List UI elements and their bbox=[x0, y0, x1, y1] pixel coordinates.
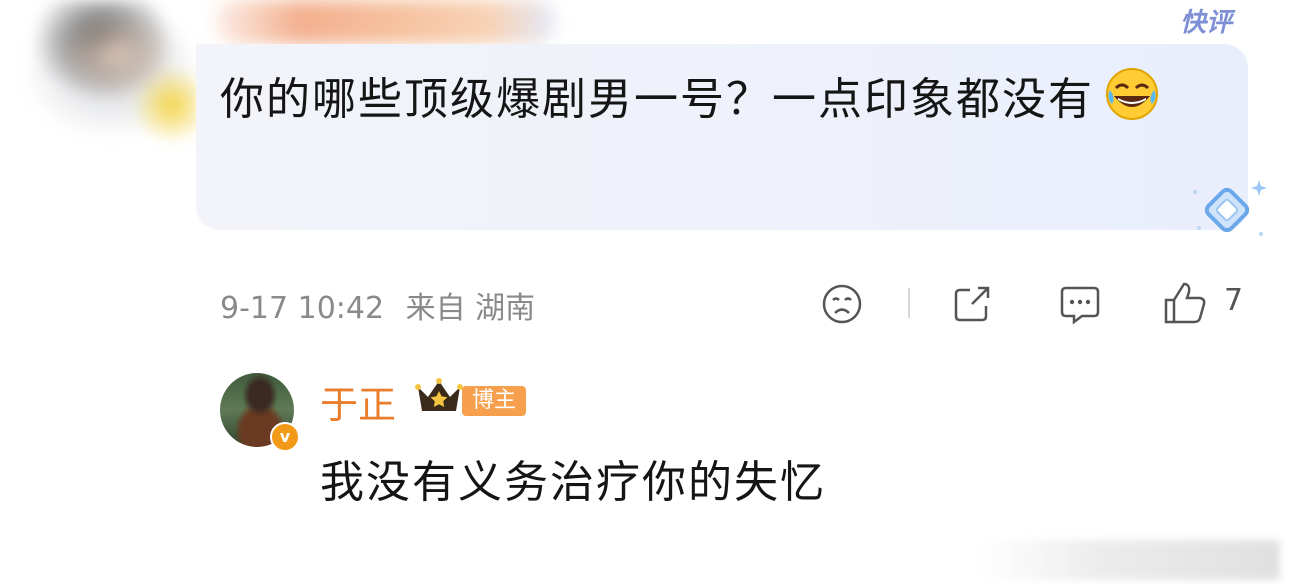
comment-text: 你的哪些顶级爆剧男一号？一点印象都没有 bbox=[220, 74, 1094, 125]
crown-icon bbox=[415, 378, 463, 411]
like-count: 7 bbox=[1224, 283, 1244, 318]
diamond-sparkle-icon bbox=[1193, 180, 1267, 236]
action-divider bbox=[908, 288, 910, 318]
sad-face-icon[interactable] bbox=[820, 282, 864, 326]
host-badge: 博主 bbox=[462, 386, 527, 416]
comment-icon[interactable] bbox=[1058, 284, 1102, 326]
quick-comment-badge: 快评 bbox=[1179, 8, 1232, 38]
laughing-tears-emoji-icon bbox=[1106, 68, 1158, 120]
comment-meta: 9-17 10:42 来自 湖南 bbox=[220, 283, 547, 327]
comment-text-block: 你的哪些顶级爆剧男一号？一点印象都没有 bbox=[220, 62, 1230, 138]
thumbs-up-icon[interactable] bbox=[1162, 280, 1208, 326]
share-icon[interactable] bbox=[950, 282, 994, 326]
reply-author-name[interactable]: 于正 bbox=[320, 374, 396, 429]
commenter-name-obscured[interactable] bbox=[215, 0, 555, 44]
watermark-blur bbox=[980, 540, 1280, 580]
comment-date: 9-17 10:42 bbox=[220, 291, 385, 326]
reply-text: 我没有义务治疗你的失忆 bbox=[320, 457, 826, 508]
commenter-avatar[interactable] bbox=[22, 0, 202, 140]
verified-badge: v bbox=[270, 422, 300, 452]
comment-location: 来自 湖南 bbox=[405, 291, 536, 326]
